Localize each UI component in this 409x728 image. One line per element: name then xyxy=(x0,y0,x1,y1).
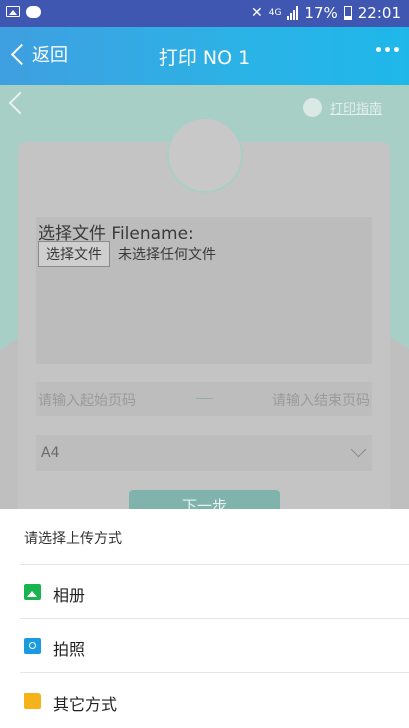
guide-icon xyxy=(302,98,322,117)
print-form-card: 选择文件 Filename: 选择文件 未选择任何文件 请输入起始页码 请输入结… xyxy=(18,142,390,509)
status-bar: ✕ 4G 17% 22:01 xyxy=(0,0,409,27)
sheet-item-camera[interactable]: 拍照 xyxy=(0,619,409,673)
app-bar: 返回 打印 NO 1 xyxy=(0,27,409,85)
camera-icon xyxy=(24,638,41,654)
next-button[interactable]: 下一步 xyxy=(129,490,280,509)
upload-method-sheet: 请选择上传方式 相册 拍照 其它方式 xyxy=(0,509,409,728)
sheet-item-label: 其它方式 xyxy=(53,695,118,714)
end-page-input[interactable]: 请输入结束页码 xyxy=(272,390,370,410)
battery-icon xyxy=(343,6,352,20)
paper-size-select[interactable]: A4 xyxy=(36,435,372,471)
wechat-notification-icon xyxy=(26,6,41,18)
gallery-notification-icon xyxy=(6,6,20,17)
sheet-title: 请选择上传方式 xyxy=(24,531,122,547)
guide-label: 打印指南 xyxy=(329,102,382,117)
range-dash xyxy=(196,398,213,399)
more-options-button[interactable] xyxy=(376,47,399,52)
choose-file-button[interactable]: 选择文件 xyxy=(38,241,110,267)
chevron-down-icon xyxy=(350,441,367,458)
page-title: 打印 NO 1 xyxy=(158,47,251,69)
divider xyxy=(20,672,409,673)
avatar xyxy=(167,117,243,193)
file-select-area: 选择文件 Filename: 选择文件 未选择任何文件 xyxy=(36,217,372,364)
sheet-item-label: 拍照 xyxy=(53,640,86,659)
signal-icon xyxy=(287,6,299,20)
inner-back-icon[interactable] xyxy=(8,91,32,115)
start-page-input[interactable]: 请输入起始页码 xyxy=(38,390,136,410)
sheet-item-other[interactable]: 其它方式 xyxy=(0,674,409,728)
print-content-overlay: 打印指南 选择文件 Filename: 选择文件 未选择任何文件 请输入起始页码… xyxy=(0,85,409,509)
clock: 22:01 xyxy=(357,4,401,22)
sheet-item-album[interactable]: 相册 xyxy=(0,565,409,619)
print-guide-link[interactable]: 打印指南 xyxy=(302,98,382,117)
folder-icon xyxy=(24,693,41,709)
no-file-text: 未选择任何文件 xyxy=(118,247,216,263)
album-icon xyxy=(24,584,41,600)
mute-icon: ✕ xyxy=(250,5,263,21)
battery-percent: 17% xyxy=(304,4,338,22)
network-type: 4G xyxy=(268,7,282,18)
more-dots-icon xyxy=(376,47,381,52)
sheet-item-label: 相册 xyxy=(53,586,86,605)
page-range: 请输入起始页码 请输入结束页码 xyxy=(36,382,372,416)
paper-size-value: A4 xyxy=(41,445,60,461)
